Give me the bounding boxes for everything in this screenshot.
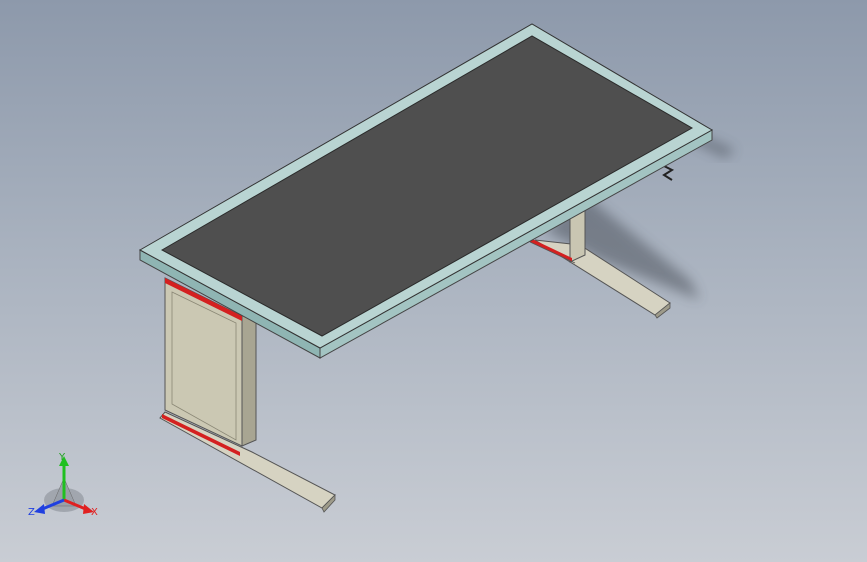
orientation-triad[interactable]: Y X Z: [28, 452, 98, 518]
model-canvas[interactable]: Y X Z: [0, 0, 867, 562]
graphics-viewport[interactable]: Y X Z: [0, 0, 867, 562]
y-axis-label: Y: [58, 452, 66, 463]
z-axis-label: Z: [28, 507, 35, 518]
x-axis-label: X: [91, 507, 98, 518]
